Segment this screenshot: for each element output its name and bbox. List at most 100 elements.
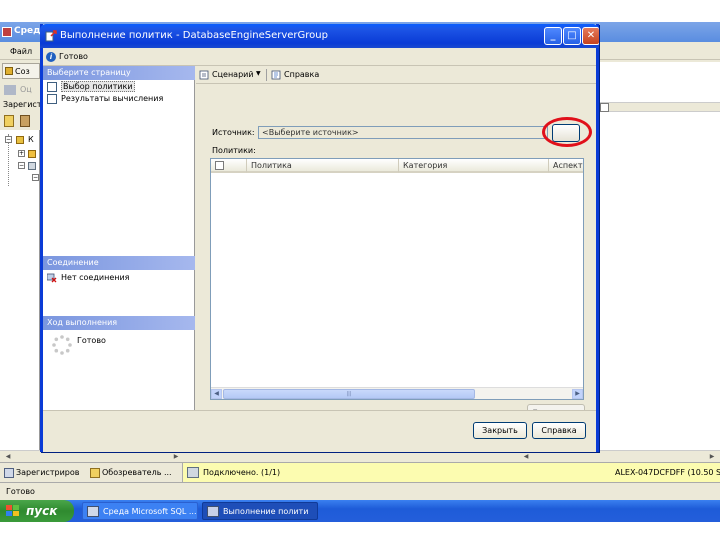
- folder-icon: [28, 150, 36, 158]
- column-facet-label: Аспект: [553, 161, 583, 170]
- help-icon: [271, 70, 281, 80]
- tab-registered-label: Зарегистриров: [16, 468, 80, 477]
- dialog-status-bar: i Готово: [43, 48, 596, 66]
- policy-execution-dialog: Выполнение политик - DatabaseEngineServe…: [40, 24, 599, 452]
- script-label: Сценарий: [212, 70, 254, 79]
- connected-icon: [187, 467, 199, 478]
- server-icon: [28, 162, 36, 170]
- scroll-thumb[interactable]: |||: [223, 389, 475, 399]
- select-all-header[interactable]: [211, 159, 247, 173]
- help-button[interactable]: Справка: [532, 422, 586, 439]
- dialog-titlebar[interactable]: Выполнение политик - DatabaseEngineServe…: [40, 24, 599, 48]
- source-label: Источник:: [212, 128, 255, 137]
- screen: Сред Файл Соз Оц Зарегистр − К + − − ◀ ▶: [0, 0, 720, 540]
- task-ssms-label: Среда Microsoft SQL ...: [103, 507, 197, 516]
- page-icon: [47, 94, 57, 104]
- registered-servers-panel: Зарегистр − К + − −: [0, 98, 47, 458]
- scroll-left-icon[interactable]: ◀: [4, 453, 12, 461]
- column-policy[interactable]: Политика: [247, 159, 399, 173]
- column-category-label: Категория: [403, 161, 448, 170]
- dialog-button-bar: Закрыть Справка: [43, 410, 596, 452]
- background-app-title: Сред: [14, 26, 41, 36]
- tree-expand-icon[interactable]: +: [18, 150, 25, 157]
- connection-item-label: Нет соединения: [61, 273, 130, 282]
- source-input[interactable]: <Выберите источник>: [258, 126, 548, 139]
- tab-object-explorer[interactable]: Обозреватель ...: [88, 465, 180, 481]
- background-tabs-bar: Зарегистриров Обозреватель ... Подключен…: [0, 462, 720, 483]
- policy-exec-icon: [207, 506, 219, 517]
- column-policy-label: Политика: [251, 161, 292, 170]
- scroll-right-icon[interactable]: ▶: [708, 453, 716, 461]
- page-policy-selection[interactable]: Выбор политики: [47, 81, 135, 93]
- select-page-header: Выберите страницу: [43, 66, 195, 80]
- policies-horizontal-scrollbar[interactable]: ◀ ||| ▶: [211, 387, 583, 399]
- tab-registered-servers[interactable]: Зарегистриров: [2, 465, 84, 481]
- highlight-circle: [542, 117, 592, 147]
- scroll-right-icon[interactable]: ▶: [572, 389, 583, 399]
- progress-spinner-icon: [52, 335, 72, 355]
- start-button[interactable]: пуск: [0, 500, 74, 522]
- new-query-icon: [5, 67, 13, 75]
- server-group-icon: [16, 136, 24, 144]
- progress-header: Ход выполнения: [43, 316, 195, 330]
- new-query-button[interactable]: Соз: [2, 63, 40, 79]
- registered-servers-toolbar: [0, 112, 40, 130]
- task-policy-exec-label: Выполнение полити: [223, 507, 309, 516]
- server-type-icon[interactable]: [4, 115, 14, 127]
- minimize-button[interactable]: _: [544, 27, 562, 45]
- page-policy-selection-label: Выбор политики: [61, 81, 135, 92]
- background-checkbox[interactable]: [600, 103, 609, 112]
- page-evaluation-results[interactable]: Результаты вычисления: [47, 93, 163, 105]
- start-label: пуск: [26, 504, 58, 518]
- background-status-text: Готово: [6, 487, 35, 496]
- ssms-icon: [87, 506, 99, 517]
- dialog-toolbar: Сценарий ▼ Справка: [196, 66, 596, 84]
- server-name: ALEX-047DCFDFF (10.50 SI: [615, 468, 720, 477]
- column-category[interactable]: Категория: [399, 159, 549, 173]
- maximize-button[interactable]: □: [563, 27, 581, 45]
- toolbar-disabled-icon: [4, 85, 16, 95]
- object-explorer-icon: [90, 468, 100, 478]
- tab-object-explorer-label: Обозреватель ...: [102, 468, 172, 477]
- background-status-bar: Готово: [0, 482, 720, 500]
- connected-count: Подключено. (1/1): [203, 468, 281, 477]
- tree-collapse-icon[interactable]: −: [32, 174, 39, 181]
- scroll-left-icon[interactable]: ◀: [211, 389, 222, 399]
- toolbar2-label: Оц: [20, 85, 32, 94]
- dialog-status-text: Готово: [59, 52, 88, 61]
- connection-status-bar: Подключено. (1/1) ALEX-047DCFDFF (10.50 …: [182, 463, 720, 483]
- script-dropdown-icon[interactable]: ▼: [256, 70, 261, 77]
- toolbar-separator: [266, 69, 267, 81]
- close-window-button[interactable]: ✕: [582, 27, 599, 45]
- folder-icon[interactable]: [20, 115, 30, 127]
- script-button[interactable]: Сценарий: [198, 69, 254, 82]
- page-evaluation-results-label: Результаты вычисления: [61, 94, 164, 103]
- scroll-left-icon[interactable]: ◀: [522, 453, 530, 461]
- background-toolbar-2: Оц: [0, 82, 40, 98]
- script-icon: [199, 70, 209, 80]
- dialog-right-pane: Сценарий ▼ Справка Источник: <Выберите и…: [196, 66, 596, 420]
- connection-header: Соединение: [43, 256, 195, 270]
- scroll-right-icon[interactable]: ▶: [172, 453, 180, 461]
- select-all-checkbox[interactable]: [215, 161, 224, 170]
- tree-collapse-icon[interactable]: −: [18, 162, 25, 169]
- connection-item: Нет соединения: [47, 272, 129, 284]
- tree-collapse-icon[interactable]: −: [5, 136, 12, 143]
- task-ssms[interactable]: Среда Microsoft SQL ...: [82, 502, 198, 520]
- taskbar: пуск Среда Microsoft SQL ... Выполнение …: [0, 500, 720, 522]
- menu-file[interactable]: Файл: [10, 47, 32, 56]
- new-query-label: Соз: [15, 67, 30, 76]
- registered-servers-title: Зарегистр: [0, 98, 47, 112]
- policy-icon: [45, 30, 57, 42]
- tree-root-label[interactable]: К: [28, 135, 34, 144]
- close-button[interactable]: Закрыть: [473, 422, 527, 439]
- help-toolbar-label: Справка: [284, 70, 320, 79]
- task-policy-exec[interactable]: Выполнение полити: [202, 502, 318, 520]
- column-facet[interactable]: Аспект: [549, 159, 583, 173]
- progress-status-text: Готово: [77, 336, 106, 345]
- info-icon: i: [46, 52, 56, 62]
- help-toolbar-button[interactable]: Справка: [270, 69, 319, 82]
- policies-label: Политики:: [212, 146, 256, 155]
- dialog-left-pane: Выберите страницу Выбор политики Результ…: [43, 66, 195, 410]
- windows-logo-icon: [6, 505, 20, 517]
